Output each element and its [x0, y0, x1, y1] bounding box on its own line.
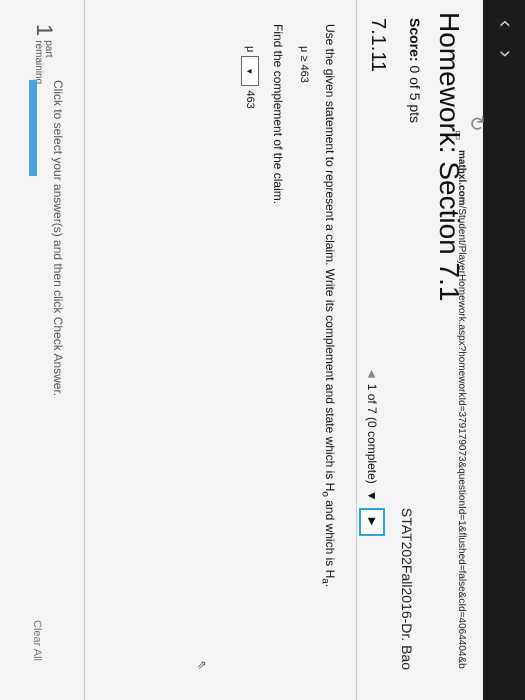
- parts-label-line2: remaining: [33, 40, 44, 85]
- divider: [356, 0, 357, 700]
- parts-label-line1: part: [43, 40, 54, 58]
- answer-symbol: μ: [244, 46, 256, 53]
- previous-question-icon[interactable]: ◀: [367, 370, 378, 378]
- page-title: Homework: Section 7.1: [434, 12, 465, 302]
- instruction-text-end: .: [323, 583, 337, 588]
- instruction-text-mid: and which is H: [323, 496, 337, 579]
- parts-remaining: 1 part remaining: [32, 24, 57, 85]
- question-number: 7.1.11: [367, 18, 389, 73]
- answer-row: μ ▼ 463: [241, 46, 259, 109]
- back-icon[interactable]: ‹: [494, 20, 519, 27]
- question-instruction: Use the given statement to represent a c…: [320, 24, 337, 587]
- cursor-icon: ⇖: [195, 660, 209, 671]
- question-progress: ◀ 1 of 7 (0 complete) ▼ ▶: [359, 370, 385, 536]
- course-name: STAT202Fall2016-Dr. Bao: [399, 507, 415, 670]
- next-question-button[interactable]: ▶: [359, 507, 385, 536]
- reload-icon[interactable]: ↻: [464, 115, 489, 132]
- footer-divider: [84, 0, 85, 700]
- answer-value: 463: [244, 90, 256, 109]
- instruction-text: Use the given statement to represent a c…: [323, 24, 337, 492]
- claim-statement: μ ≥ 463: [298, 46, 310, 83]
- answer-hint: Click to select your answer(s) and then …: [51, 80, 65, 397]
- progress-dropdown-icon[interactable]: ▼: [365, 490, 379, 502]
- parts-label: part remaining: [33, 40, 54, 85]
- next-arrow-icon: ▶: [366, 517, 378, 526]
- screen: ‹ › ↻ ▭ mathxl.com/Student/PlayerHomewor…: [0, 0, 525, 700]
- find-complement-prompt: Find the complement of the claim.: [271, 24, 285, 205]
- chevron-down-icon: ▼: [245, 67, 255, 76]
- score: Score: 0 of 5 pts: [407, 18, 423, 123]
- progress-text: 1 of 7 (0 complete): [365, 383, 379, 484]
- forward-icon[interactable]: ›: [494, 50, 519, 57]
- score-value: 0 of 5 pts: [407, 65, 423, 124]
- clear-all-button[interactable]: Clear All: [31, 620, 43, 661]
- inequality-dropdown[interactable]: ▼: [241, 56, 259, 87]
- score-label: Score:: [407, 18, 423, 62]
- browser-toolbar: ‹ ›: [483, 0, 525, 700]
- parts-count: 1: [32, 24, 57, 37]
- parts-progress-bar: [29, 80, 37, 176]
